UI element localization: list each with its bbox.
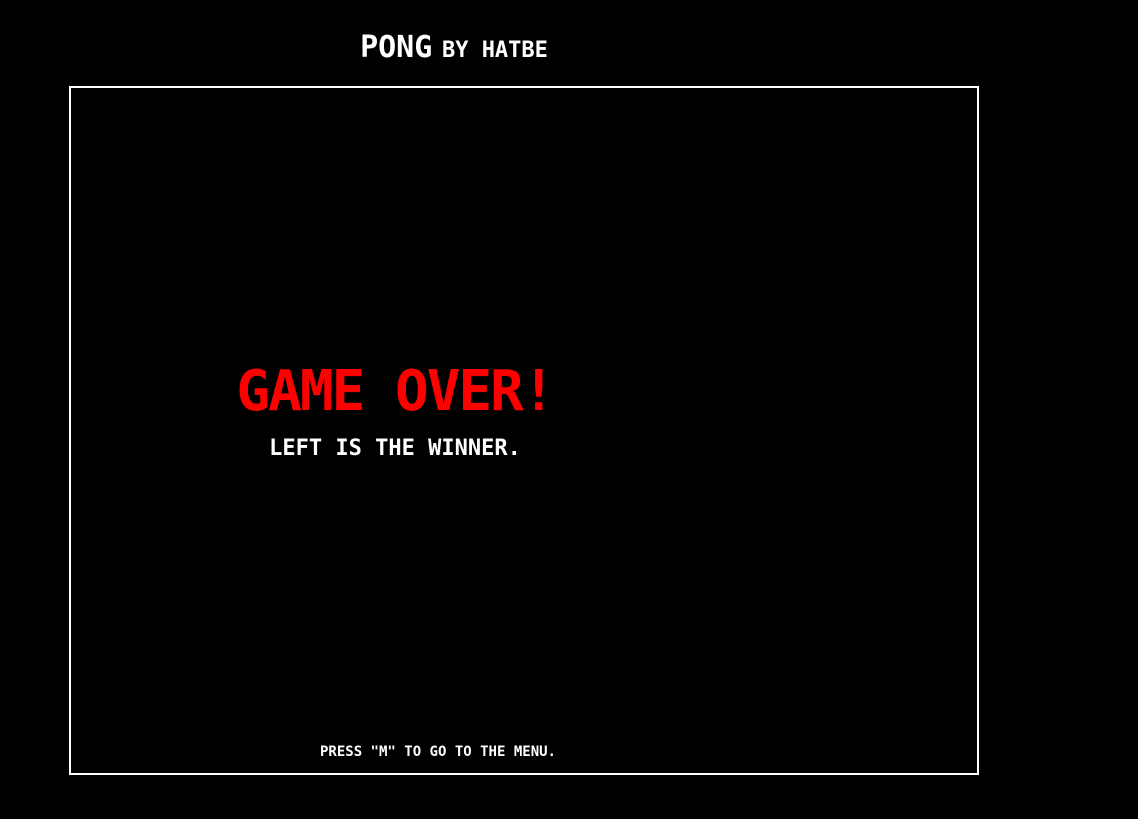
author-credit: BY HATBE — [441, 38, 548, 63]
page: PONG BY HATBE GAME OVER! LEFT IS THE WIN… — [0, 0, 1138, 819]
game-title: PONG — [360, 30, 433, 65]
game-over-headline: GAME OVER! — [236, 359, 555, 424]
game-canvas[interactable]: GAME OVER! LEFT IS THE WINNER. PRESS "M"… — [69, 86, 979, 775]
winner-message: LEFT IS THE WINNER. — [269, 436, 521, 461]
page-title: PONG BY HATBE — [0, 30, 908, 65]
menu-hint: PRESS "M" TO GO TO THE MENU. — [319, 744, 556, 760]
